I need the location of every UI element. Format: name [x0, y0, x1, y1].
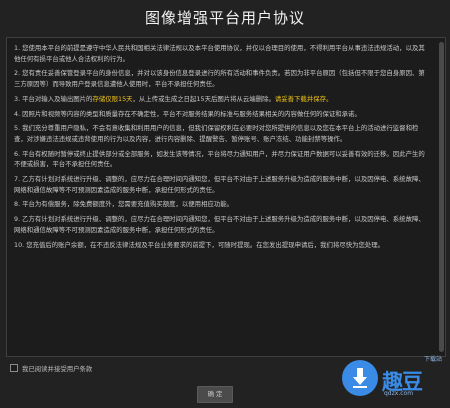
agreement-paragraph-3: 3. 平台对输入及输出图片的存储仅限15天，从上传或生成之日起15天后图片将从云… [14, 94, 333, 103]
watermark-site: qdzx.com [384, 390, 414, 397]
agree-label[interactable]: 我已阅读并接受用户条款 [22, 364, 92, 373]
confirm-button[interactable]: 确 定 [197, 386, 233, 403]
agreement-paragraph-6: 6. 平台有权随时暂停或终止提供部分或全部服务，如发生该等情况，平台将尽力通知用… [14, 149, 425, 169]
agreement-paragraph-2: 2. 您有责任妥善保管登录平台的身份信息，并对以该身份信息登录进行的所有活动和事… [14, 69, 425, 88]
agree-row[interactable]: 我已阅读并接受用户条款 [10, 363, 92, 373]
agree-checkbox[interactable] [10, 364, 18, 372]
agreement-panel[interactable]: 1. 您使用本平台的前提是遵守中华人民共和国相关法律法规以及本平台使用协议，并仅… [6, 37, 446, 357]
agreement-paragraph-10: 10. 您充值后的账户余额，在不违反法律法规及平台业务要求的前提下，可随时提现。… [14, 240, 385, 249]
agreement-paragraph-8: 8. 平台为有偿服务，除免费额度外，您需要充值购买额度，以便用相应功能。 [14, 200, 234, 209]
agreement-paragraph-5: 5. 我们充分尊重用户隐私，不会有意收集和利用用户的信息，但我们保留权利在必要时… [14, 124, 419, 143]
watermark-logo: 趣豆 qdzx.com 下载站 [338, 352, 444, 402]
agreement-paragraph-1: 1. 您使用本平台的前提是遵守中华人民共和国相关法律法规以及本平台使用协议，并仅… [14, 44, 425, 63]
scrollbar-thumb[interactable] [439, 42, 444, 352]
download-notice-highlight: 请妥善下载并保存。 [274, 94, 333, 103]
agreement-paragraph-4: 4. 因照片和视频等内容的类型和质量存在不确定性，平台不对服务结果的标准与服务结… [14, 109, 361, 118]
dialog-title: 图像增强平台用户协议 [144, 9, 305, 27]
watermark-corner-text: 下载站 [423, 356, 442, 363]
download-arrow-icon [353, 368, 367, 388]
agreement-paragraph-7: 7. 乙方有计划对系统进行升级、调整的，应尽力在合理时间内通知您，但平台不对由于… [14, 175, 425, 194]
agreement-scroll-area[interactable]: 1. 您使用本平台的前提是遵守中华人民共和国相关法律法规以及本平台使用协议，并仅… [7, 38, 436, 356]
scrollbar[interactable] [439, 42, 444, 352]
agreement-paragraph-9: 9. 乙方有计划对系统进行升级、调整的，应尽力在合理时间内通知您，但平台不对由于… [14, 215, 425, 234]
storage-limit-highlight: 存储仅限15天 [92, 94, 133, 103]
